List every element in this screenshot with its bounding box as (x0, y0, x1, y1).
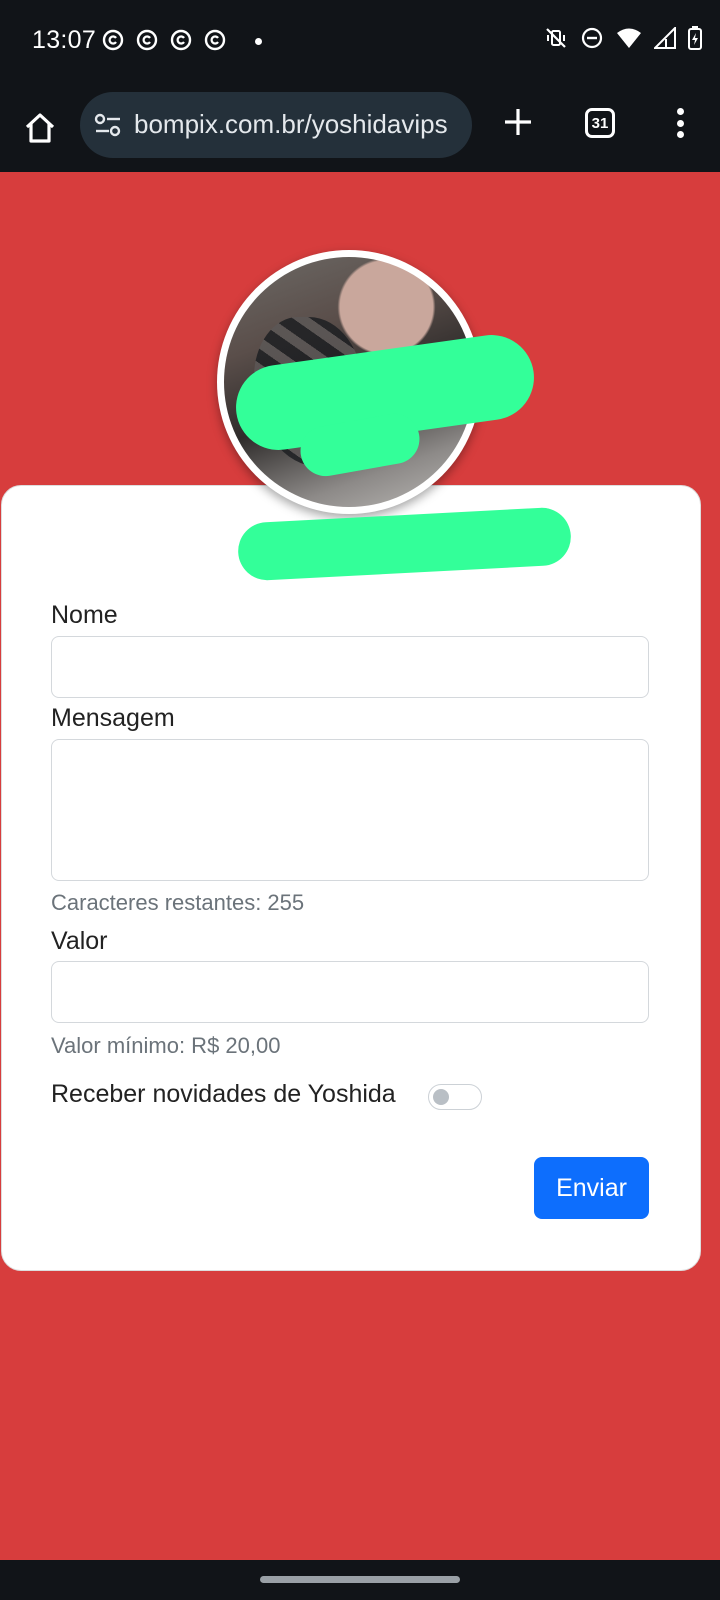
plus-icon (505, 109, 531, 135)
do-not-disturb-icon (580, 26, 604, 50)
newsletter-label: Receber novidades de Yoshida (51, 1080, 396, 1108)
battery-charging-icon (688, 26, 702, 50)
notification-icons (100, 27, 228, 53)
threads-icon (134, 27, 160, 53)
browser-toolbar: bompix.com.br/yoshidavips 31 (0, 86, 720, 172)
submit-button[interactable]: Enviar (534, 1157, 649, 1219)
threads-icon (202, 27, 228, 53)
message-textarea[interactable] (51, 739, 649, 881)
gesture-handle[interactable] (260, 1576, 460, 1583)
name-label: Nome (51, 601, 118, 629)
home-icon (25, 113, 55, 143)
menu-dot (676, 119, 684, 127)
chars-remaining-text: Caracteres restantes: 255 (51, 890, 305, 915)
menu-dot (676, 108, 684, 115)
url-text[interactable]: bompix.com.br/yoshidavips (134, 109, 464, 143)
newsletter-toggle[interactable] (428, 1084, 482, 1110)
system-navigation-bar (0, 1560, 720, 1600)
status-bar: 13:07 (0, 0, 720, 86)
threads-icon (100, 27, 126, 53)
more-menu-button[interactable] (664, 102, 696, 144)
status-time: 13:07 (32, 26, 97, 54)
min-value-text: Valor mínimo: R$ 20,00 (51, 1033, 281, 1058)
value-label: Valor (51, 927, 108, 955)
home-button[interactable] (20, 106, 60, 150)
tab-switcher-button[interactable]: 31 (585, 108, 615, 138)
vibrate-off-icon (544, 26, 568, 50)
more-notifications-dot (255, 38, 262, 45)
site-settings-icon[interactable] (94, 112, 122, 138)
address-bar[interactable]: bompix.com.br/yoshidavips (80, 92, 472, 158)
signal-icon (654, 27, 676, 49)
menu-dot (676, 131, 684, 138)
value-input[interactable] (51, 961, 649, 1023)
wifi-icon (616, 27, 642, 49)
name-input[interactable] (51, 636, 649, 698)
message-label: Mensagem (51, 704, 175, 732)
system-status-icons (544, 26, 702, 50)
new-tab-button[interactable] (498, 102, 538, 142)
threads-icon (168, 27, 194, 53)
